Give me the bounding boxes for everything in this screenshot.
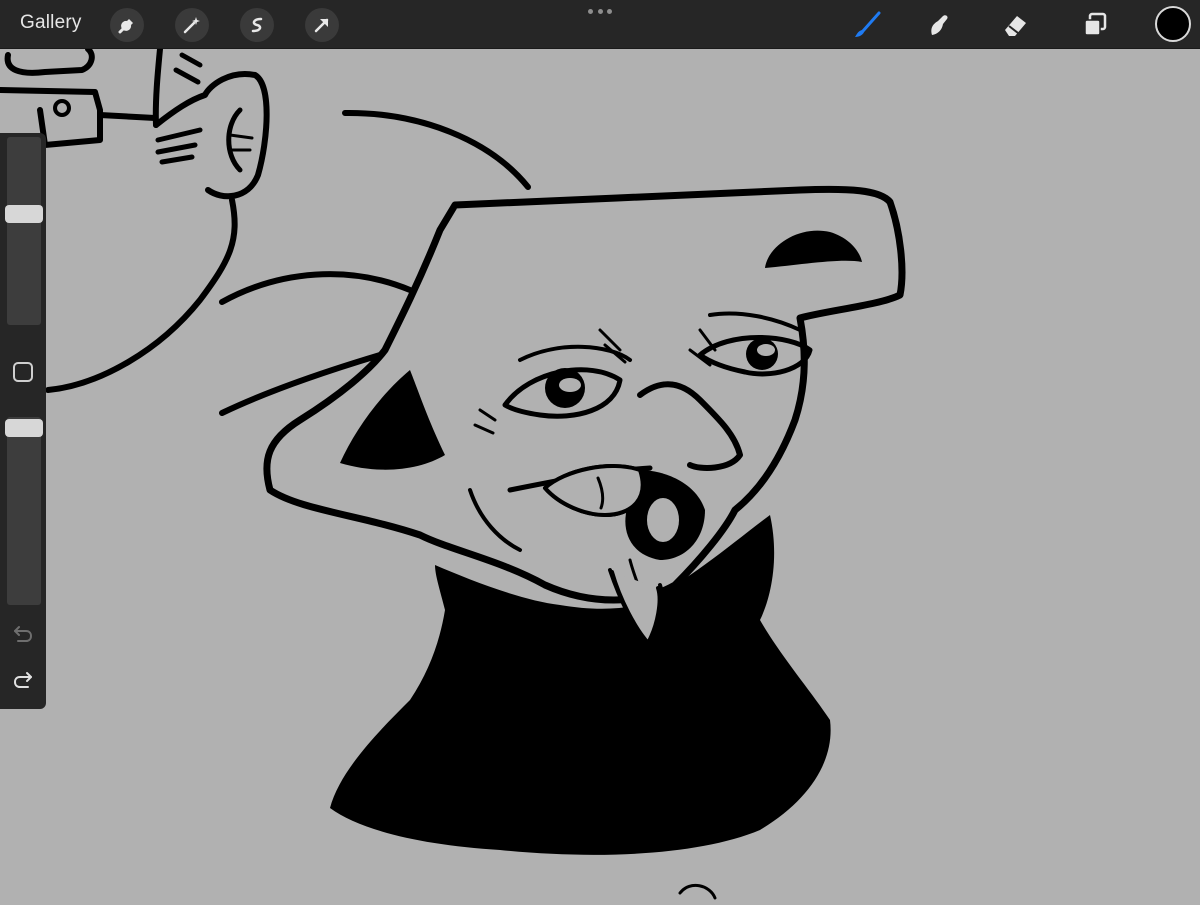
smudge-icon bbox=[931, 15, 948, 35]
magic-wand-icon bbox=[183, 17, 200, 34]
brush-size-slider[interactable] bbox=[5, 137, 43, 325]
sketch-stroke bbox=[97, 112, 158, 121]
transform-button[interactable] bbox=[305, 8, 339, 42]
sketch-stroke bbox=[4, 46, 95, 76]
sketch-stroke bbox=[53, 99, 71, 117]
sketch-stroke bbox=[173, 52, 203, 85]
actions-button[interactable] bbox=[110, 8, 144, 42]
transform-arrow-icon bbox=[314, 18, 329, 33]
sketch-stroke bbox=[228, 133, 254, 152]
left-sidebar bbox=[0, 133, 46, 709]
grip-dot bbox=[597, 8, 603, 14]
selection-button[interactable] bbox=[240, 8, 274, 42]
smudge-button[interactable] bbox=[922, 8, 956, 42]
gallery-button[interactable]: Gallery bbox=[20, 12, 82, 34]
sketch-stroke bbox=[155, 127, 203, 165]
undo-icon bbox=[14, 626, 33, 642]
eye-highlight bbox=[559, 378, 581, 392]
brush-size-thumb[interactable] bbox=[5, 205, 43, 224]
sketch-stroke bbox=[468, 488, 522, 552]
redo-button[interactable] bbox=[10, 667, 36, 693]
selection-s-icon bbox=[251, 17, 263, 33]
undo-button[interactable] bbox=[10, 621, 36, 647]
sketch-stroke bbox=[219, 271, 413, 305]
eraser-icon bbox=[1005, 16, 1026, 36]
sketch-stroke bbox=[152, 46, 163, 128]
color-picker-button[interactable] bbox=[1155, 6, 1191, 42]
sketch-stroke bbox=[637, 381, 743, 471]
opacity-thumb[interactable] bbox=[5, 419, 43, 437]
adjustments-button[interactable] bbox=[175, 8, 209, 42]
ink-fill bbox=[330, 515, 831, 855]
ink-fill bbox=[340, 370, 445, 470]
layers-icon bbox=[1084, 12, 1107, 36]
drawing-canvas[interactable] bbox=[0, 46, 1200, 900]
top-toolbar: Gallery bbox=[0, 0, 1200, 49]
sketch-stroke bbox=[226, 107, 243, 173]
sketch-stroke bbox=[45, 197, 238, 393]
toolbar-grip[interactable] bbox=[588, 6, 612, 16]
sketch-stroke bbox=[473, 408, 497, 435]
redo-icon bbox=[13, 672, 32, 688]
grip-dot bbox=[607, 8, 612, 14]
sketch-stroke bbox=[342, 109, 531, 190]
brush-icon bbox=[855, 11, 881, 37]
mouth-highlight bbox=[647, 498, 679, 542]
opacity-slider[interactable] bbox=[5, 417, 43, 605]
wrench-icon bbox=[118, 19, 133, 34]
eye-highlight bbox=[757, 344, 775, 356]
sketch-stroke bbox=[598, 328, 627, 364]
eraser-button[interactable] bbox=[998, 8, 1032, 42]
brush-button[interactable] bbox=[850, 8, 884, 42]
sketch-stroke bbox=[708, 311, 802, 332]
sketch-stroke bbox=[678, 883, 717, 900]
modify-button[interactable] bbox=[13, 362, 33, 382]
grip-dot bbox=[588, 8, 593, 14]
ink-fill bbox=[765, 230, 862, 268]
artwork bbox=[0, 46, 906, 900]
layers-button[interactable] bbox=[1078, 8, 1112, 42]
